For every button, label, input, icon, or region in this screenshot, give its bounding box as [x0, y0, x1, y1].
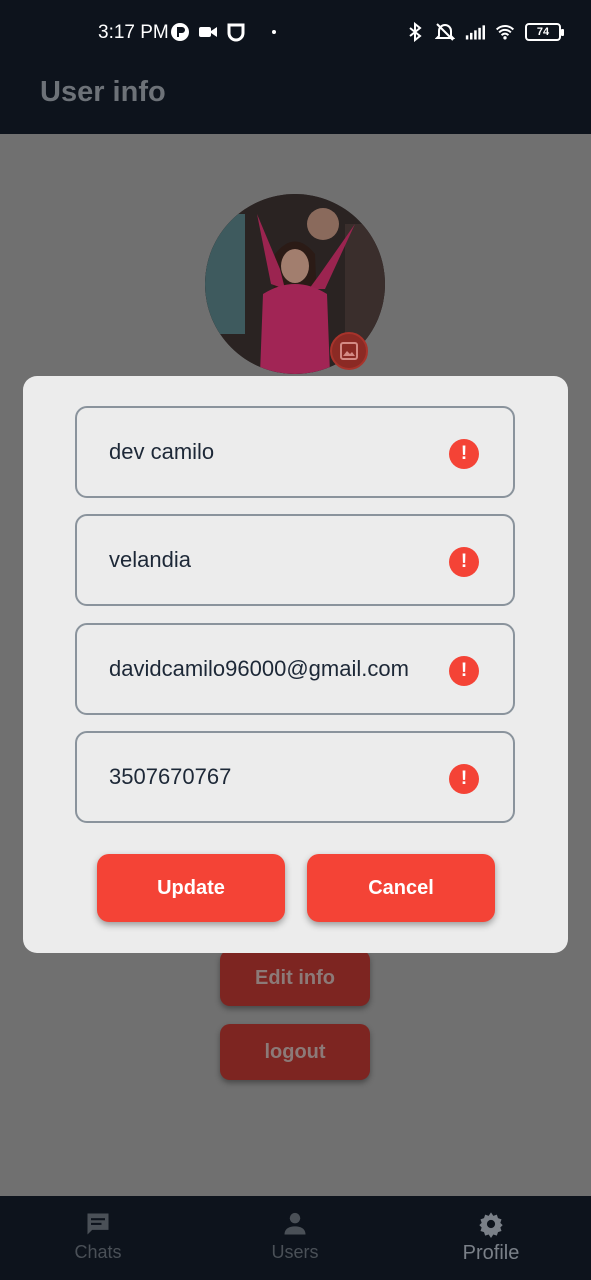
error-icon: ! — [449, 764, 479, 794]
app-notification-icon — [171, 23, 189, 41]
chat-icon — [87, 1213, 109, 1235]
error-icon: ! — [449, 439, 479, 469]
change-photo-button[interactable] — [330, 332, 368, 370]
video-icon — [199, 27, 217, 37]
image-icon — [340, 342, 358, 360]
nav-item-profile[interactable]: Profile — [431, 1210, 551, 1265]
bluetooth-icon — [409, 22, 422, 42]
update-button[interactable]: Update — [97, 854, 285, 922]
shield-icon — [227, 23, 245, 42]
first-name-value[interactable]: dev camilo — [109, 439, 439, 465]
gear-icon — [479, 1212, 503, 1238]
last-name-value[interactable]: velandia — [109, 547, 439, 573]
wifi-icon — [495, 25, 515, 40]
nav-label-profile: Profile — [462, 1242, 520, 1264]
nav-item-users[interactable]: Users — [235, 1210, 355, 1263]
status-time: 3:17 PM — [98, 22, 169, 43]
error-icon: ! — [449, 656, 479, 686]
battery-indicator: 74 — [525, 23, 564, 41]
notification-dot — [272, 30, 276, 34]
nav-item-chats[interactable]: Chats — [38, 1210, 158, 1263]
status-bar: 3:17 PM 74 — [0, 0, 591, 64]
app-bar: User info — [0, 64, 591, 134]
status-right-icons: 74 — [405, 22, 564, 42]
email-value[interactable]: davidcamilo96000@gmail.com — [109, 656, 439, 682]
edit-user-dialog: dev camilo ! velandia ! davidcamilo96000… — [23, 376, 568, 953]
page-title: User info — [40, 76, 166, 108]
last-name-field[interactable]: velandia ! — [75, 514, 515, 606]
phone-value[interactable]: 3507670767 — [109, 764, 439, 790]
email-field[interactable]: davidcamilo96000@gmail.com ! — [75, 623, 515, 715]
status-left-icons — [170, 22, 276, 42]
error-icon: ! — [449, 547, 479, 577]
edit-info-button[interactable]: Edit info — [220, 950, 370, 1006]
signal-icon — [465, 25, 485, 40]
bottom-nav: Chats Users Profile — [0, 1196, 591, 1280]
cancel-button[interactable]: Cancel — [307, 854, 495, 922]
first-name-field[interactable]: dev camilo ! — [75, 406, 515, 498]
person-icon — [284, 1212, 306, 1235]
nav-label-users: Users — [271, 1242, 319, 1262]
phone-field[interactable]: 3507670767 ! — [75, 731, 515, 823]
nav-label-chats: Chats — [74, 1242, 122, 1262]
silent-icon — [435, 23, 455, 41]
logout-button[interactable]: logout — [220, 1024, 370, 1080]
